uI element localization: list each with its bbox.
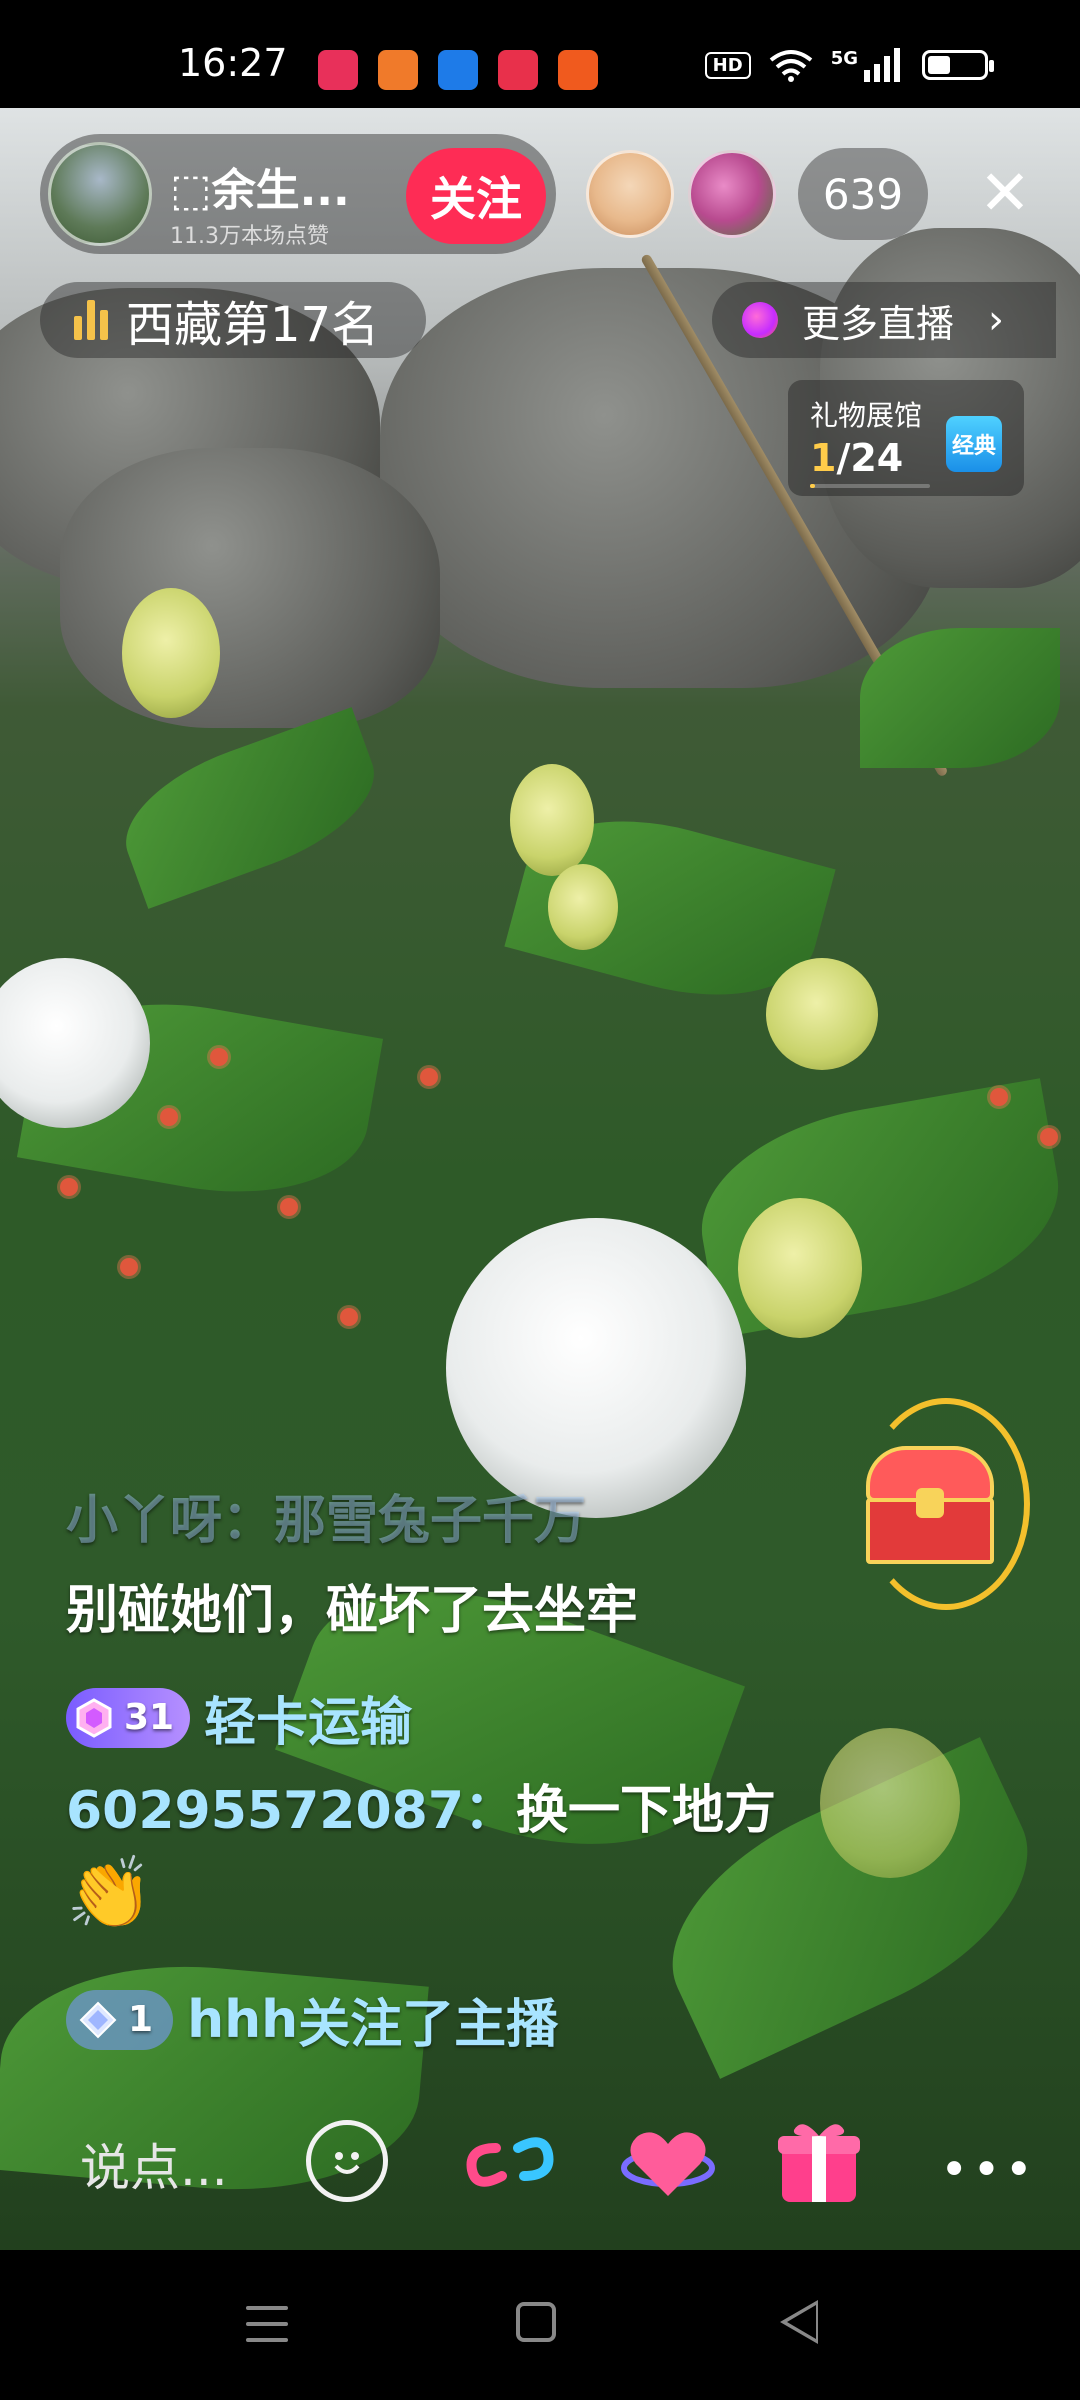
wifi-icon <box>769 50 812 82</box>
smile-face-icon <box>334 2152 360 2174</box>
stream-bud <box>510 764 594 876</box>
system-icons: HD 5G <box>704 48 994 82</box>
stream-flower <box>160 1108 178 1126</box>
like-heart-icon[interactable] <box>620 2116 716 2208</box>
stream-flower <box>60 1178 78 1196</box>
gift-hall-progress: 1/24 <box>810 436 903 480</box>
home-icon[interactable] <box>516 2302 556 2342</box>
stream-bud <box>738 1198 862 1338</box>
emoji-icon[interactable] <box>306 2120 388 2202</box>
stream-flower <box>210 1048 228 1066</box>
gift-hall-progress-fill <box>810 484 815 488</box>
viewer-count[interactable]: 639 <box>798 148 928 240</box>
stream-flower <box>280 1198 298 1216</box>
stream-flower <box>340 1308 358 1326</box>
close-icon[interactable]: ✕ <box>972 160 1038 226</box>
hd-icon: HD <box>704 51 751 79</box>
viewer-avatar[interactable] <box>688 150 776 238</box>
rank-bars-icon <box>74 300 108 340</box>
stream-bud <box>820 1728 960 1878</box>
chevron-right-icon: › <box>988 297 1005 343</box>
more-options-icon[interactable]: ••• <box>940 2142 1037 2198</box>
treasure-chest-icon[interactable] <box>866 1446 994 1564</box>
gift-hall-title: 礼物展馆 <box>810 399 923 432</box>
stream-leaf <box>860 628 1060 768</box>
classic-badge: 经典 <box>946 416 1002 472</box>
viewer-avatar[interactable] <box>586 150 674 238</box>
app-blue-icon <box>438 50 478 90</box>
status-app-icons <box>318 50 598 90</box>
anchor-avatar[interactable] <box>48 142 152 246</box>
stream-flower <box>120 1258 138 1276</box>
gift-icon[interactable] <box>778 2116 860 2206</box>
stream-flower <box>420 1068 438 1086</box>
app-orange-icon <box>378 50 418 90</box>
stream-rock <box>60 448 440 728</box>
comment-input[interactable]: 说点... <box>80 2128 228 2200</box>
follow-button[interactable]: 关注 <box>406 148 546 244</box>
gift-hall-progress-bar <box>810 484 930 488</box>
battery-icon <box>922 50 994 80</box>
stream-bud <box>548 864 618 950</box>
bottom-toolbar: 说点... ••• <box>0 2096 1080 2226</box>
anchor-name: ⬚余生... <box>170 165 350 216</box>
stream-flower <box>1040 1128 1058 1146</box>
stream-leaf <box>107 707 393 909</box>
stream-snow-lotus <box>446 1218 746 1518</box>
gift-hall-card[interactable]: 礼物展馆 1/24 经典 <box>788 380 1024 496</box>
app-video-icon <box>498 50 538 90</box>
stream-flower <box>990 1088 1008 1106</box>
more-live-button[interactable]: 更多直播 › <box>712 282 1056 358</box>
status-time: 16:27 <box>178 41 288 85</box>
system-navigation-bar <box>0 2250 1080 2400</box>
status-bar: 16:27 HD 5G <box>0 0 1080 108</box>
link-mic-icon[interactable] <box>462 2118 558 2206</box>
stream-bud <box>766 958 878 1070</box>
stream-bud <box>122 588 220 718</box>
anchor-likes: 11.3万本场点赞 <box>170 224 329 249</box>
back-icon[interactable] <box>780 2300 818 2344</box>
live-orb-icon <box>742 302 778 338</box>
network-type: 5G <box>830 48 858 69</box>
rank-badge[interactable]: 西藏第17名 <box>40 282 426 358</box>
gift-hall-total: /24 <box>836 436 904 480</box>
stream-leaf <box>275 1542 745 1894</box>
signal-icon <box>864 48 900 82</box>
app-red-icon <box>318 50 358 90</box>
battery-level <box>928 56 950 74</box>
rank-text: 西藏第17名 <box>126 297 380 353</box>
app-orange2-icon <box>558 50 598 90</box>
gift-hall-current: 1 <box>810 436 837 480</box>
more-live-label: 更多直播 <box>802 301 955 346</box>
recent-apps-icon[interactable] <box>246 2306 288 2354</box>
